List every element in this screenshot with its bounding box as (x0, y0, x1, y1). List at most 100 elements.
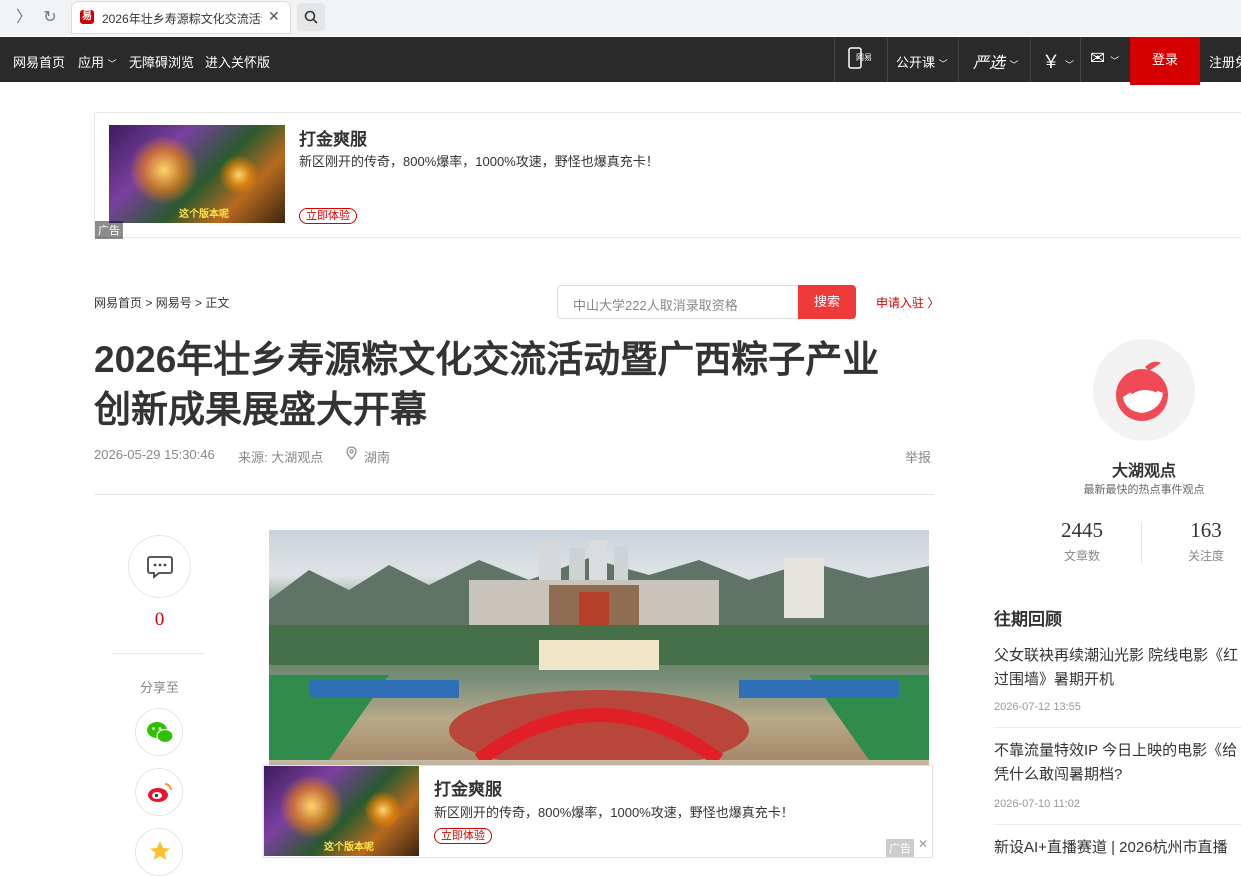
past-article-date: 2026-07-10 11:02 (994, 798, 1081, 810)
chevron-down-icon: ﹀ (1065, 60, 1075, 70)
search-tab-button[interactable] (297, 3, 325, 31)
divider (994, 824, 1241, 825)
nav-yanxuan-menu[interactable]: 严选 ﹀ (973, 49, 1018, 73)
mobile-label: 网易 (856, 53, 872, 62)
breadcrumb-separator: > (191, 296, 206, 310)
ad-description: 新区刚开的传奇，800%爆率，1000%攻速，野怪也爆真充卡！ (299, 154, 659, 169)
nav-divider (1030, 37, 1031, 82)
past-review-title: 往期回顾 (994, 610, 1062, 629)
author-avatar[interactable] (1093, 339, 1195, 441)
stat-divider (1141, 522, 1142, 564)
article-title: 2026年壮乡寿源粽文化交流活动暨广西粽子产业 创新成果展盛大开幕 (94, 335, 924, 435)
nav-divider (958, 37, 959, 82)
report-link[interactable]: 举报 (905, 447, 931, 466)
search-input[interactable]: 中山大学222人取消录取资格 (557, 285, 798, 319)
nav-apps-label: 应用 (78, 55, 105, 70)
comment-count[interactable]: 0 (128, 609, 191, 631)
location-pin-icon (346, 446, 357, 463)
ad-tag: 广告 (95, 221, 123, 239)
nav-open-course-menu[interactable]: 公开课 ﹀ (896, 52, 948, 71)
yanxuan-label: 严选 (973, 55, 1006, 72)
weibo-icon (148, 783, 172, 802)
ad-try-button[interactable]: 立即体验 (299, 208, 357, 224)
sticky-ad-description: 新区刚开的传奇，800%爆率，1000%攻速，野怪也爆真充卡！ (434, 805, 794, 820)
search-button[interactable]: 搜索 (798, 285, 856, 319)
comment-icon (147, 556, 173, 579)
nav-accessible-link[interactable]: 无障碍浏览 (129, 52, 194, 71)
sticky-ad-title: 打金爽服 (434, 780, 502, 799)
past-article-line: 凭什么敢闯暑期档? (994, 766, 1123, 783)
yen-icon: ￥ (1042, 52, 1060, 72)
past-article-line: 新设AI+直播赛道 | 2026杭州市直播 (994, 839, 1228, 856)
chevron-down-icon: ﹀ (107, 59, 117, 69)
reload-icon[interactable]: ↻ (38, 6, 62, 30)
share-to-label: 分享至 (139, 680, 179, 695)
article-location: 湖南 (364, 450, 391, 465)
mail-icon: ✉ (1090, 48, 1106, 68)
netease-favicon-icon: 易 (80, 10, 94, 24)
register-link[interactable]: 注册免 (1209, 52, 1241, 71)
back-icon[interactable]: 〉 (12, 6, 36, 30)
articles-count: 2445 (1061, 518, 1103, 542)
share-qzone-button[interactable] (135, 828, 183, 876)
sticky-ad-image-caption: 这个版本呢 (324, 842, 374, 853)
past-article-link[interactable]: 父女联袂再续潮汕光影 院线电影《红 过围墙》暑期开机 (994, 644, 1241, 692)
top-nav: 网易首页 应用 ﹀ 无障碍浏览 进入关怀版 网易 公开课 ﹀ 严选 ﹀ ￥ ﹀ … (0, 37, 1241, 85)
ad-image-caption: 这个版本呢 (179, 209, 229, 220)
ad-title: 打金爽服 (299, 130, 367, 149)
login-button[interactable]: 登录 (1130, 37, 1200, 85)
divider (994, 727, 1241, 728)
share-weibo-button[interactable] (135, 768, 183, 816)
comment-button[interactable] (128, 535, 191, 598)
past-article-date: 2026-07-12 13:55 (994, 701, 1081, 713)
chevron-down-icon: ﹀ (1110, 56, 1120, 66)
past-article-link[interactable]: 不靠流量特效IP 今日上映的电影《给 凭什么敢闯暑期档? (994, 739, 1241, 787)
breadcrumb-current: 正文 (205, 296, 230, 310)
nav-divider (1080, 37, 1081, 82)
article-source[interactable]: 来源: 大湖观点 (238, 447, 323, 466)
tab-title: 2026年壮乡寿源粽文化交流活动 (102, 12, 262, 26)
apply-join-link[interactable]: 申请入驻 〉 (876, 294, 939, 311)
breadcrumb-hao-link[interactable]: 网易号 (156, 296, 192, 310)
nav-care-link[interactable]: 进入关怀版 (205, 52, 270, 71)
article-title-line: 2026年壮乡寿源粽文化交流活动暨广西粽子产业 (94, 339, 880, 380)
article-datetime: 2026-05-29 15:30:46 (94, 447, 215, 462)
close-tab-icon[interactable]: ✕ (268, 8, 280, 25)
wechat-icon (147, 722, 174, 744)
nav-home-link[interactable]: 网易首页 (13, 52, 65, 71)
nav-divider (834, 37, 835, 82)
close-ad-icon[interactable]: ✕ (918, 837, 928, 851)
ad-game-image: 这个版本呢 (109, 125, 285, 223)
author-description: 最新最快的热点事件观点 (1083, 484, 1205, 496)
articles-label: 文章数 (1063, 549, 1100, 563)
past-article-line: 不靠流量特效IP 今日上映的电影《给 (994, 742, 1238, 759)
chevron-down-icon: ﹀ (938, 59, 948, 69)
share-wechat-button[interactable] (135, 708, 183, 756)
past-article-link[interactable]: 新设AI+直播赛道 | 2026杭州市直播 (994, 836, 1241, 860)
dahu-logo-icon (1116, 361, 1168, 421)
breadcrumb-separator: > (142, 296, 156, 310)
mobile-netease-link[interactable]: 网易 (848, 47, 874, 73)
nav-apps-menu[interactable]: 应用 ﹀ (78, 52, 117, 71)
browser-tab[interactable]: 易 2026年壮乡寿源粽文化交流活动 ✕ (72, 2, 290, 33)
sticky-ad[interactable]: 这个版本呢 打金爽服 新区刚开的传奇，800%爆率，1000%攻速，野怪也爆真充… (263, 765, 933, 858)
followers-count: 163 (1190, 518, 1222, 542)
ad-banner[interactable]: 这个版本呢 广告 打金爽服 新区刚开的传奇，800%爆率，1000%攻速，野怪也… (94, 112, 1241, 239)
breadcrumb-home-link[interactable]: 网易首页 (94, 296, 142, 310)
article-title-line: 创新成果展盛大开幕 (94, 389, 427, 430)
chevron-down-icon: ﹀ (1009, 60, 1019, 70)
author-name[interactable]: 大湖观点 (1070, 457, 1218, 481)
divider (94, 494, 934, 495)
open-course-label: 公开课 (896, 55, 936, 70)
followers-label: 关注度 (1187, 549, 1224, 563)
nav-mail-menu[interactable]: ✉ ﹀ (1090, 48, 1119, 69)
search-placeholder: 中山大学222人取消录取资格 (573, 298, 738, 313)
nav-divider (887, 37, 888, 82)
past-article-line: 父女联袂再续潮汕光影 院线电影《红 (994, 647, 1239, 664)
nav-money-menu[interactable]: ￥ ﹀ (1042, 48, 1074, 74)
browser-chrome: 〉 ↻ 易 2026年壮乡寿源粽文化交流活动 ✕ (0, 0, 1241, 36)
search-icon (304, 10, 318, 24)
sticky-ad-try-button[interactable]: 立即体验 (434, 828, 492, 844)
sticky-ad-game-image: 这个版本呢 (264, 766, 419, 856)
past-article-line: 过围墙》暑期开机 (994, 671, 1115, 688)
